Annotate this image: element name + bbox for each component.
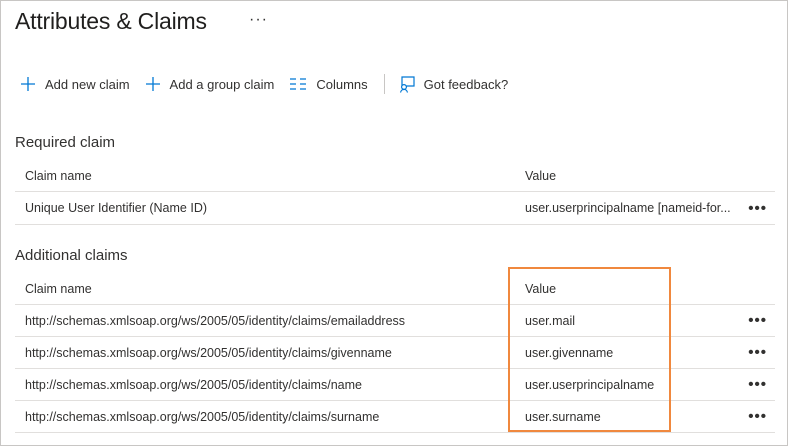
row-more-button[interactable]: ••• xyxy=(748,401,767,432)
row-more-button[interactable]: ••• xyxy=(748,305,767,336)
column-header-value: Value xyxy=(525,168,557,183)
claim-name-cell: http://schemas.xmlsoap.org/ws/2005/05/id… xyxy=(25,377,362,392)
table-row[interactable]: http://schemas.xmlsoap.org/ws/2005/05/id… xyxy=(15,401,775,433)
table-header-row: Claim name Value xyxy=(15,160,775,192)
claim-value-cell: user.givenname xyxy=(525,345,614,360)
column-header-value: Value xyxy=(525,281,557,296)
row-more-button[interactable]: ••• xyxy=(748,337,767,368)
claim-name-cell: http://schemas.xmlsoap.org/ws/2005/05/id… xyxy=(25,313,406,328)
claim-name-cell: http://schemas.xmlsoap.org/ws/2005/05/id… xyxy=(25,345,392,360)
toolbar-divider xyxy=(383,74,385,94)
page-frame: Attributes & Claims ··· Add new claim Ad… xyxy=(0,0,788,446)
claim-value-cell: user.mail xyxy=(525,313,576,328)
table-row[interactable]: http://schemas.xmlsoap.org/ws/2005/05/id… xyxy=(15,337,775,369)
table-header-row: Claim name Value xyxy=(15,273,775,305)
add-group-claim-label: Add a group claim xyxy=(169,76,275,92)
columns-button[interactable]: Columns xyxy=(290,76,368,92)
row-more-button[interactable]: ••• xyxy=(748,192,767,224)
got-feedback-button[interactable]: Got feedback? xyxy=(399,75,509,93)
additional-claims-heading: Additional claims xyxy=(15,247,128,264)
title-more-button[interactable]: ··· xyxy=(249,11,268,29)
required-claim-table: Claim name Value Unique User Identifier … xyxy=(15,160,775,225)
feedback-icon xyxy=(399,75,415,93)
page-title: Attributes & Claims xyxy=(15,8,207,34)
add-group-claim-button[interactable]: Add a group claim xyxy=(145,76,275,92)
columns-icon xyxy=(290,78,307,90)
claim-name-cell: http://schemas.xmlsoap.org/ws/2005/05/id… xyxy=(25,409,380,424)
add-new-claim-button[interactable]: Add new claim xyxy=(21,77,130,92)
column-header-claim-name: Claim name xyxy=(25,168,92,183)
plus-icon xyxy=(21,77,35,91)
table-row[interactable]: http://schemas.xmlsoap.org/ws/2005/05/id… xyxy=(15,369,775,401)
required-claim-heading: Required claim xyxy=(15,134,116,151)
table-row[interactable]: Unique User Identifier (Name ID) user.us… xyxy=(15,192,775,225)
table-row[interactable]: http://schemas.xmlsoap.org/ws/2005/05/id… xyxy=(15,305,775,337)
columns-label: Columns xyxy=(316,76,368,92)
plus-icon xyxy=(145,77,160,91)
got-feedback-label: Got feedback? xyxy=(423,76,509,92)
toolbar: Add new claim Add a group claim Columns xyxy=(21,73,508,95)
add-new-claim-label: Add new claim xyxy=(45,76,130,92)
claim-value-cell: user.surname xyxy=(525,409,601,424)
claim-value-cell: user.userprincipalname [nameid-for... xyxy=(525,201,731,215)
claim-name-cell: Unique User Identifier (Name ID) xyxy=(25,201,208,215)
claim-value-cell: user.userprincipalname xyxy=(525,377,655,392)
column-header-claim-name: Claim name xyxy=(25,281,92,296)
additional-claims-table: Claim name Value http://schemas.xmlsoap.… xyxy=(15,273,775,433)
row-more-button[interactable]: ••• xyxy=(748,369,767,400)
